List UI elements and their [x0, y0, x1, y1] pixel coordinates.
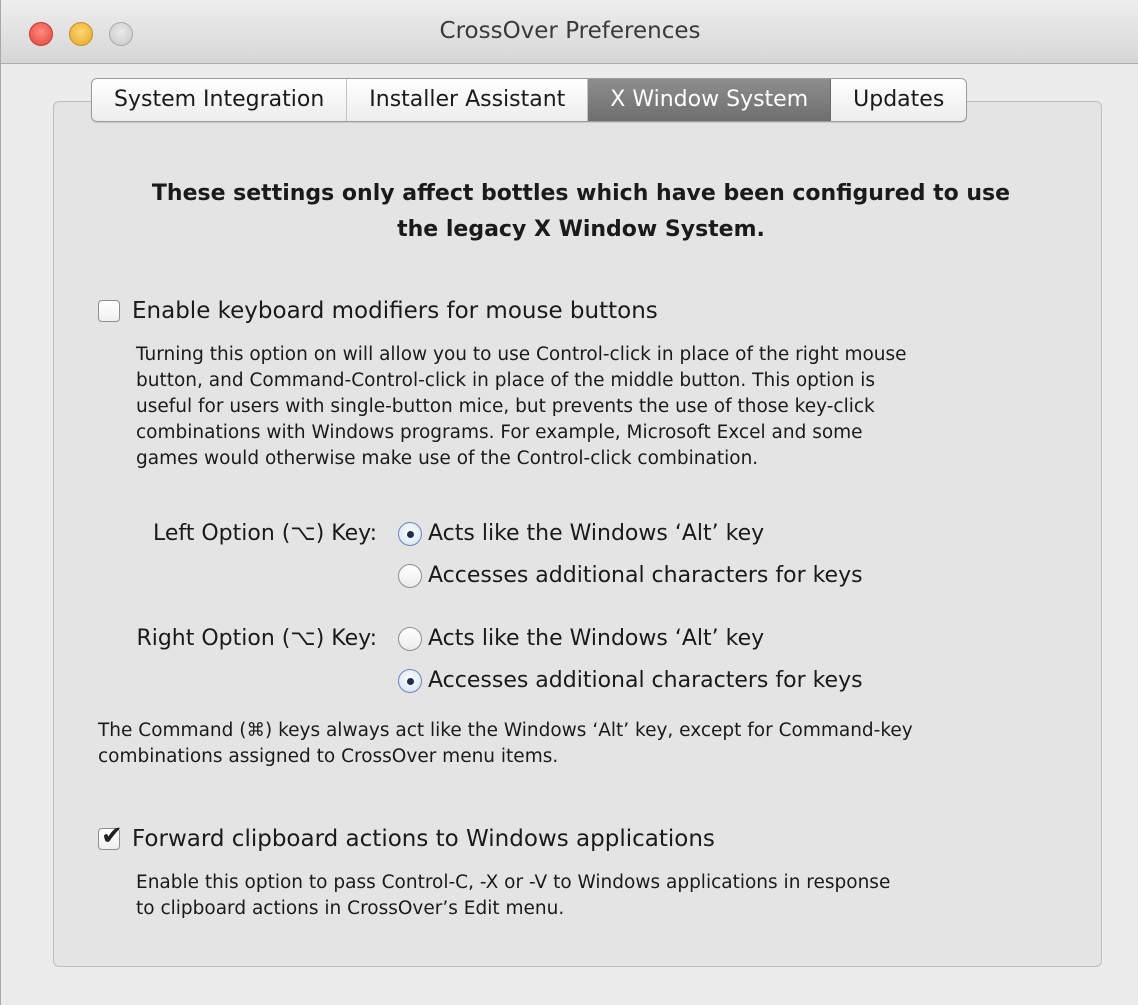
keyboard-modifiers-checkbox[interactable]: [98, 300, 120, 322]
left-option-chars-label[interactable]: Accesses additional characters for keys: [428, 563, 863, 588]
right-option-chars-radio-row[interactable]: Accesses additional characters for keys: [398, 668, 863, 693]
command-key-note: The Command (⌘) keys always act like the…: [98, 718, 913, 770]
description-line: Enable this option to pass Control-C, -X…: [136, 872, 891, 893]
clipboard-checkbox[interactable]: ✔: [98, 821, 123, 851]
description-line: combinations with Windows programs. For …: [136, 422, 863, 443]
left-option-key-label: Left Option (⌥) Key:: [152, 521, 377, 546]
right-option-alt-label[interactable]: Acts like the Windows ‘Alt’ key: [428, 626, 764, 651]
keyboard-modifiers-option[interactable]: Enable keyboard modifiers for mouse butt…: [98, 298, 658, 324]
tab-installer-assistant[interactable]: Installer Assistant: [347, 79, 589, 121]
right-option-chars-radio[interactable]: [398, 668, 422, 693]
description-line: games would otherwise make use of the Co…: [136, 448, 759, 469]
description-line: button, and Command-Control-click in pla…: [136, 370, 876, 391]
clipboard-label[interactable]: Forward clipboard actions to Windows app…: [132, 826, 715, 852]
headline-line-2: the legacy X Window System.: [397, 217, 765, 242]
right-option-alt-radio[interactable]: [398, 626, 422, 651]
radio-selected-dot: [407, 530, 414, 538]
clipboard-option[interactable]: ✔ Forward clipboard actions to Windows a…: [98, 821, 715, 852]
clipboard-description: Enable this option to pass Control-C, -X…: [136, 870, 890, 922]
preferences-window: CrossOver Preferences System Integration…: [0, 0, 1138, 1005]
left-option-alt-label[interactable]: Acts like the Windows ‘Alt’ key: [428, 521, 764, 546]
checkmark-icon: ✔: [101, 821, 123, 851]
description-line: Turning this option on will allow you to…: [136, 344, 907, 365]
tab-bar: System Integration Installer Assistant X…: [91, 78, 968, 122]
title-bar[interactable]: CrossOver Preferences: [1, 0, 1138, 64]
right-option-alt-radio-row[interactable]: Acts like the Windows ‘Alt’ key: [398, 626, 764, 651]
window-title: CrossOver Preferences: [439, 18, 701, 44]
left-option-chars-radio-row[interactable]: Accesses additional characters for keys: [398, 563, 863, 588]
radio-selected-dot: [407, 677, 414, 685]
description-line: to clipboard actions in CrossOver’s Edit…: [136, 898, 565, 919]
note-line: combinations assigned to CrossOver menu …: [98, 746, 559, 767]
tab-system-integration[interactable]: System Integration: [92, 79, 348, 121]
keyboard-modifiers-label[interactable]: Enable keyboard modifiers for mouse butt…: [132, 298, 658, 324]
left-option-alt-radio-row[interactable]: Acts like the Windows ‘Alt’ key: [398, 521, 764, 546]
note-line: The Command (⌘) keys always act like the…: [98, 720, 913, 741]
right-option-chars-label[interactable]: Accesses additional characters for keys: [428, 668, 863, 693]
left-option-chars-radio[interactable]: [398, 563, 422, 588]
description-line: useful for users with single-button mice…: [136, 396, 875, 417]
panel-headline: These settings only affect bottles which…: [81, 176, 1081, 248]
keyboard-modifiers-description: Turning this option on will allow you to…: [136, 342, 907, 472]
tab-x-window-system[interactable]: X Window System: [588, 79, 832, 121]
headline-line-1: These settings only affect bottles which…: [151, 181, 1011, 206]
right-option-key-label: Right Option (⌥) Key:: [136, 626, 377, 651]
tab-updates[interactable]: Updates: [831, 79, 966, 121]
left-option-alt-radio[interactable]: [398, 521, 422, 546]
